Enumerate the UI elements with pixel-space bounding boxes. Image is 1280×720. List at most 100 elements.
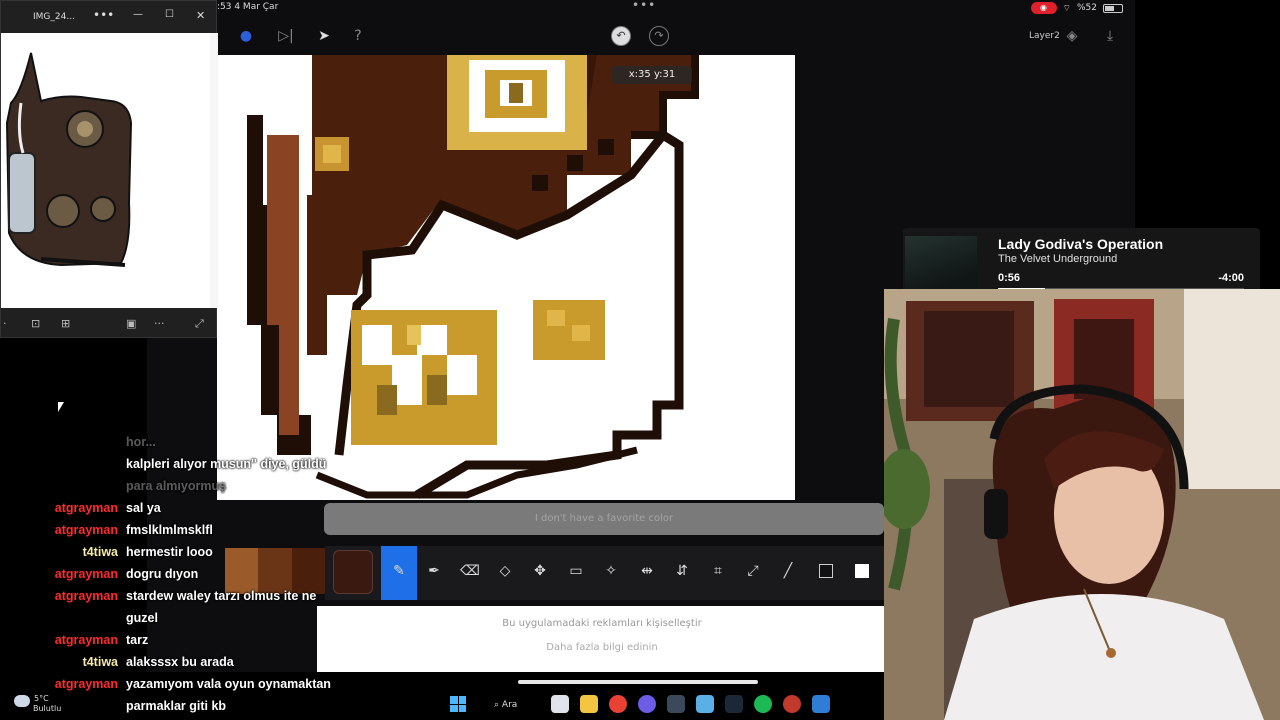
steam-icon[interactable] — [725, 695, 743, 713]
chat-message: hor... — [0, 435, 350, 453]
obs-icon[interactable] — [783, 695, 801, 713]
chat-text: hermestir looo — [126, 545, 213, 559]
windows-taskbar: 5°C Bulutlu ⌕ Ara — [0, 690, 884, 720]
minimize-icon[interactable]: — — [133, 9, 143, 20]
line-icon[interactable]: ╱ — [777, 560, 799, 582]
more-icon[interactable]: ••• — [93, 8, 114, 22]
app-toolbar: ● ▷| ➤ ? ↶ ↷ Layer2 ◈ ⤓ — [147, 18, 1135, 54]
chat-text: fmslklmlmsklfl — [126, 523, 213, 537]
close-icon[interactable]: ✕ — [196, 9, 205, 22]
weather-temperature: 5°C — [34, 694, 49, 703]
export-icon[interactable]: ⤓ — [1099, 26, 1121, 46]
wifi-icon: ⌔ — [1062, 3, 1071, 14]
stream-chat: hor... kalpleri alıyor musun" diye, güldü… — [0, 430, 350, 720]
start-icon[interactable] — [450, 696, 466, 712]
fit-icon[interactable]: ⊞ — [61, 317, 70, 330]
flip-horizontal-icon[interactable]: ⇹ — [636, 560, 658, 582]
chat-username[interactable]: t4tiwa — [0, 545, 118, 559]
file-explorer-icon[interactable] — [580, 695, 598, 713]
chat-text: hor... — [126, 435, 156, 449]
chat-message: atgrayman tarz — [0, 633, 350, 651]
multitask-dots-icon[interactable]: ••• — [632, 0, 656, 12]
tool-pen[interactable]: ✒ — [423, 560, 445, 582]
chat-message: t4tiwa alaksssx bu arada — [0, 655, 350, 673]
chat-message: kalpleri alıyor musun" diye, güldü — [0, 457, 350, 475]
more-options-icon[interactable]: ··· — [154, 317, 165, 330]
ad-learn-more-link[interactable]: Daha fazla bilgi edinin — [317, 642, 887, 653]
battery-icon — [1103, 3, 1123, 13]
webcam-scene — [884, 289, 1280, 720]
chat-username[interactable]: atgrayman — [0, 633, 118, 647]
select-rect-icon[interactable]: ▭ — [565, 560, 587, 582]
zoom-in-icon[interactable]: ⊡ — [31, 317, 40, 330]
ad-personalize-link[interactable]: Bu uygulamadaki reklamları kişiselleştir — [317, 618, 887, 629]
task-view-icon[interactable] — [551, 695, 569, 713]
status-icons: ◉ ⌔ %52 — [1030, 2, 1123, 14]
crop-icon[interactable]: ⌗ — [707, 560, 729, 582]
active-app-icon[interactable] — [812, 695, 830, 713]
app-icon[interactable] — [696, 695, 714, 713]
chat-message: para almıyormuş — [0, 479, 350, 497]
reference-image — [1, 33, 210, 308]
home-indicator[interactable] — [518, 680, 758, 684]
layer-label[interactable]: Layer2 — [1029, 31, 1060, 41]
eraser-icon[interactable]: ⌫ — [459, 560, 481, 582]
resize-icon[interactable]: ⤢ — [742, 560, 764, 582]
chat-message: atgrayman dogru dıyon — [0, 567, 350, 585]
undo-button[interactable]: ↶ — [611, 26, 631, 46]
flip-vertical-icon[interactable]: ⇵ — [671, 560, 693, 582]
tool-pencil-active[interactable]: ✎ — [381, 546, 417, 600]
weather-cloud-icon[interactable] — [14, 695, 30, 707]
chat-message: atgrayman stardew waley tarzı olmus ite n… — [0, 589, 350, 607]
photo-viewer-window: IMG_24... ••• — ☐ ✕ · ⊡ ⊞ ▣ ··· ⤢ — [0, 0, 218, 339]
backpack-illustration — [5, 52, 133, 267]
redo-button[interactable]: ↷ — [649, 26, 669, 46]
cursor-icon[interactable]: ➤ — [313, 26, 335, 46]
chat-text: stardew waley tarzı olmus ite ne — [126, 589, 317, 603]
playback-icon[interactable]: ▷| — [275, 26, 297, 46]
discord-icon[interactable] — [638, 695, 656, 713]
chat-text: alaksssx bu arada — [126, 655, 234, 669]
maximize-icon[interactable]: ☐ — [165, 9, 174, 20]
chat-username[interactable]: atgrayman — [0, 567, 118, 581]
ad-footer: Bu uygulamadaki reklamları kişiselleştir… — [317, 606, 887, 672]
pencil-icon: ✎ — [393, 563, 405, 579]
fill-icon[interactable]: ◇ — [494, 560, 516, 582]
photo-titlebar: IMG_24... ••• — ☐ ✕ — [1, 1, 216, 33]
chat-username[interactable]: atgrayman — [0, 589, 118, 603]
move-icon[interactable]: ✥ — [529, 560, 551, 582]
chat-text: yazamıyom vala oyun oynamaktan — [126, 677, 331, 691]
song-elapsed: 0:56 — [998, 272, 1021, 284]
song-remaining: -4:00 — [1218, 272, 1244, 284]
help-button[interactable]: ? — [347, 26, 369, 46]
camera-icon[interactable] — [667, 695, 685, 713]
layers-icon[interactable]: ◈ — [1061, 26, 1083, 46]
search-button[interactable]: ⌕ Ara — [484, 694, 540, 716]
chat-text: para almıyormuş — [126, 479, 227, 493]
prev-icon[interactable]: · — [3, 317, 7, 330]
chat-text: tarz — [126, 633, 149, 647]
webcam-feed — [884, 289, 1280, 720]
photo-controls: · ⊡ ⊞ ▣ ··· ⤢ — [1, 309, 216, 339]
song-title: Lady Godiva's Operation — [998, 236, 1164, 252]
weather-description: Bulutlu — [33, 704, 62, 713]
swatch-white[interactable] — [855, 564, 869, 578]
chat-username[interactable]: t4tiwa — [0, 655, 118, 669]
chrome-icon[interactable] — [609, 695, 627, 713]
chat-username[interactable]: atgrayman — [0, 523, 118, 537]
magic-wand-icon[interactable]: ✧ — [600, 560, 622, 582]
chat-username[interactable]: atgrayman — [0, 501, 118, 515]
chat-text: kalpleri alıyor musun" diye, güldü — [126, 457, 327, 471]
search-label: Ara — [501, 700, 518, 710]
chat-message: atgrayman fmslklmlmsklfl — [0, 523, 350, 541]
ad-banner[interactable]: I don't have a favorite color — [324, 503, 884, 535]
expand-icon[interactable]: ⤢ — [195, 317, 204, 331]
chat-text: sal ya — [126, 501, 161, 515]
chat-username[interactable]: atgrayman — [0, 677, 118, 691]
fullscreen-icon[interactable]: ▣ — [126, 317, 136, 330]
gallery-icon[interactable]: ● — [235, 26, 257, 46]
chat-text: guzel — [126, 611, 158, 625]
spotify-icon[interactable] — [754, 695, 772, 713]
swatch-black[interactable] — [819, 564, 833, 578]
chat-message: atgrayman sal ya — [0, 501, 350, 519]
